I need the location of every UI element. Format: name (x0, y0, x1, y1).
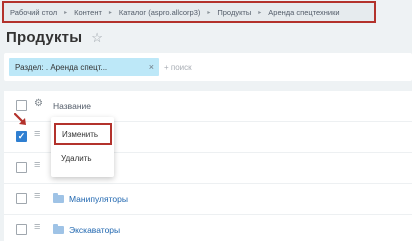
breadcrumb-item-content[interactable]: Контент (72, 8, 104, 17)
star-icon[interactable]: ☆ (91, 31, 103, 44)
menu-item-delete[interactable]: Удалить (51, 154, 114, 176)
filter-bar[interactable]: Раздел: . Аренда спецт... × + поиск (4, 53, 412, 81)
arrow-annotation-icon (14, 113, 26, 125)
row-checkbox[interactable]: ✓ (16, 131, 27, 142)
breadcrumb-item-catalog[interactable]: Каталог (aspro.allcorp3) (117, 8, 202, 17)
column-header-name[interactable]: Название (53, 101, 91, 111)
row-menu-icon[interactable]: ≡ (34, 129, 40, 140)
folder-icon (53, 224, 64, 234)
page-title: Продукты (6, 28, 83, 46)
breadcrumb-separator-icon: ▸ (207, 9, 211, 16)
filter-chip-label: Раздел: . Аренда спецт... (15, 62, 108, 72)
folder-icon (53, 193, 64, 203)
row-name-link[interactable]: Экскаваторы (69, 225, 120, 235)
filter-chip-section[interactable]: Раздел: . Аренда спецт... × (9, 58, 159, 76)
row-menu-icon[interactable]: ≡ (34, 160, 40, 171)
breadcrumb-separator-icon: ▸ (64, 9, 68, 16)
row-checkbox[interactable] (16, 162, 27, 173)
row-checkbox[interactable] (16, 193, 27, 204)
breadcrumb-separator-icon: ▸ (258, 9, 262, 16)
search-input[interactable]: + поиск (164, 63, 192, 72)
close-icon[interactable]: × (149, 62, 154, 72)
row-name-link[interactable]: Манипуляторы (69, 194, 128, 204)
breadcrumb-separator-icon: ▸ (108, 9, 112, 16)
breadcrumb-item-rental[interactable]: Аренда спецтехники (266, 8, 341, 17)
breadcrumb-item-desktop[interactable]: Рабочий стол (8, 8, 59, 17)
row-checkbox[interactable] (16, 224, 27, 235)
row-context-menu: Изменить Удалить (51, 117, 114, 177)
row-menu-icon[interactable]: ≡ (34, 191, 40, 202)
breadcrumb: Рабочий стол ▸ Контент ▸ Каталог (aspro.… (2, 1, 376, 23)
gear-icon[interactable]: ⚙ (34, 98, 43, 109)
select-all-checkbox[interactable] (16, 100, 27, 111)
breadcrumb-item-products[interactable]: Продукты (215, 8, 253, 17)
row-menu-icon[interactable]: ≡ (34, 222, 40, 233)
table-row[interactable]: ≡ Экскаваторы (4, 215, 412, 241)
title-row: Продукты ☆ (6, 26, 103, 48)
menu-item-edit[interactable]: Изменить (54, 123, 112, 145)
table-row[interactable]: ≡ Манипуляторы (4, 184, 412, 215)
